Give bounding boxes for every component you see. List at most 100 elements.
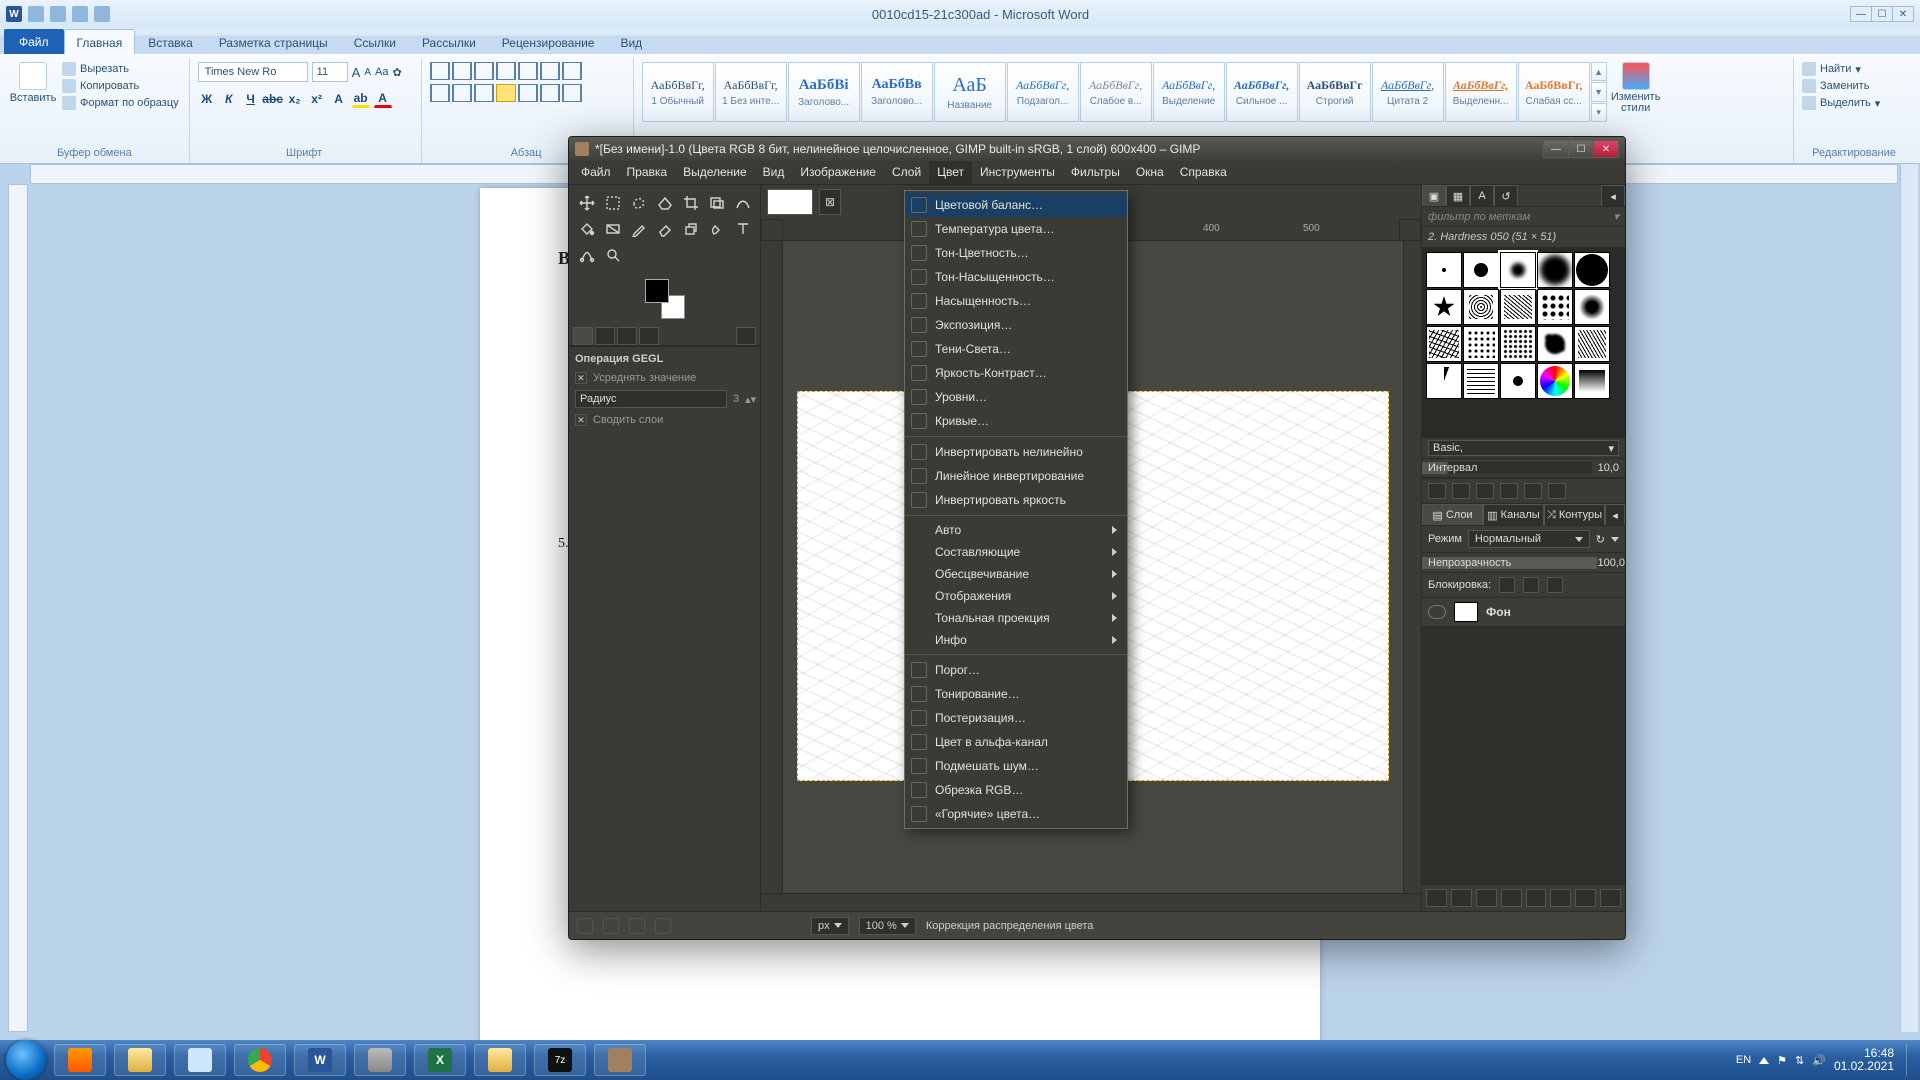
multilevel-icon[interactable] xyxy=(474,62,494,80)
menu-image[interactable]: Изображение xyxy=(792,161,884,184)
crop-tool-icon[interactable] xyxy=(679,191,703,215)
status-undo-icon[interactable] xyxy=(603,918,619,934)
task-excel[interactable]: X xyxy=(414,1044,466,1076)
menu-curves[interactable]: Кривые… xyxy=(905,409,1127,433)
menu-hue-chroma[interactable]: Тон-Цветность… xyxy=(905,241,1127,265)
system-tray[interactable]: EN ⚑ ⇅ 🔊 16:48 01.02.2021 xyxy=(1736,1044,1914,1076)
gradient-tool-icon[interactable] xyxy=(601,217,625,241)
menu-colorize[interactable]: Тонирование… xyxy=(905,682,1127,706)
menu-info[interactable]: Инфо xyxy=(905,629,1127,651)
task-explorer[interactable] xyxy=(114,1044,166,1076)
change-case-icon[interactable]: Aa xyxy=(375,66,388,78)
redo-icon[interactable] xyxy=(72,6,88,22)
styles-scroll[interactable]: ▲▼▾ xyxy=(1591,62,1607,122)
task-word[interactable]: W xyxy=(294,1044,346,1076)
zoom-select[interactable]: 100 % xyxy=(859,917,916,935)
mask-layer-icon[interactable] xyxy=(1575,889,1596,907)
tab-layout[interactable]: Разметка страницы xyxy=(206,29,341,54)
font-name-select[interactable]: Times New Ro xyxy=(198,62,308,82)
menu-edit[interactable]: Правка xyxy=(619,161,676,184)
menu-color-to-alpha[interactable]: Цвет в альфа-канал xyxy=(905,730,1127,754)
task-7zip[interactable]: 7z xyxy=(534,1044,586,1076)
start-button[interactable] xyxy=(6,1040,46,1080)
free-select-tool-icon[interactable] xyxy=(627,191,651,215)
menu-exposure[interactable]: Экспозиция… xyxy=(905,313,1127,337)
menu-saturation[interactable]: Насыщенность… xyxy=(905,289,1127,313)
tab-review[interactable]: Рецензирование xyxy=(489,29,608,54)
text-tool-icon[interactable] xyxy=(731,217,755,241)
devices-tab-icon[interactable] xyxy=(595,327,615,345)
status-icon-1[interactable] xyxy=(577,918,593,934)
menu-invert-linear[interactable]: Линейное инвертирование xyxy=(905,464,1127,488)
tab-references[interactable]: Ссылки xyxy=(341,29,409,54)
smudge-tool-icon[interactable] xyxy=(705,217,729,241)
paste-button[interactable]: Вставить xyxy=(10,62,56,126)
canvas-scroll-v[interactable] xyxy=(1403,241,1421,893)
zoom-tool-icon[interactable] xyxy=(601,243,625,267)
brush-preset-select[interactable]: Basic,▾ xyxy=(1422,438,1625,458)
layer-list[interactable]: Фон xyxy=(1422,597,1625,884)
history-tab-icon-2[interactable]: ↺ xyxy=(1494,185,1518,206)
layer-row[interactable]: Фон xyxy=(1422,598,1625,627)
text-effects-icon[interactable]: A xyxy=(330,90,348,108)
task-folder[interactable] xyxy=(474,1044,526,1076)
font-color-icon[interactable]: A xyxy=(374,90,392,108)
task-gimp[interactable] xyxy=(594,1044,646,1076)
status-redo-icon[interactable] xyxy=(655,918,671,934)
menu-shadows-highlights[interactable]: Тени-Света… xyxy=(905,337,1127,361)
justify-icon[interactable] xyxy=(496,84,516,102)
menu-dither[interactable]: Подмешать шум… xyxy=(905,754,1127,778)
task-chrome[interactable] xyxy=(234,1044,286,1076)
layer-dock-tabs[interactable]: ▤ Слои ▥ Каналы ⤨ Контуры ◂ xyxy=(1422,504,1625,526)
ruler-vertical-gimp[interactable] xyxy=(761,241,783,893)
menu-levels[interactable]: Уровни… xyxy=(905,385,1127,409)
layer-mode[interactable]: Режим Нормальный ↻ xyxy=(1422,526,1625,552)
tray-expand-icon[interactable] xyxy=(1759,1057,1769,1064)
up-layer-icon[interactable] xyxy=(1476,889,1497,907)
edit-brush-icon[interactable] xyxy=(1428,483,1446,499)
task-notepad[interactable] xyxy=(174,1044,226,1076)
menu-invert-nonlinear[interactable]: Инвертировать нелинейно xyxy=(905,440,1127,464)
delete-layer-icon[interactable] xyxy=(1600,889,1621,907)
tray-sound-icon[interactable]: 🔊 xyxy=(1812,1054,1826,1067)
bucket-tool-icon[interactable] xyxy=(575,217,599,241)
format-painter-button[interactable]: Формат по образцу xyxy=(62,96,179,110)
menu-hue-saturation[interactable]: Тон-Насыщенность… xyxy=(905,265,1127,289)
tab-mailings[interactable]: Рассылки xyxy=(409,29,489,54)
brush-grid[interactable] xyxy=(1422,248,1625,438)
document-thumb[interactable] xyxy=(767,189,813,215)
cut-button[interactable]: Вырезать xyxy=(62,62,179,76)
menu-color[interactable]: Цвет xyxy=(929,161,972,184)
tool-options-tabs[interactable] xyxy=(569,323,760,346)
color-swatch[interactable] xyxy=(645,279,685,319)
menu-auto[interactable]: Авто xyxy=(905,519,1127,541)
gimp-minimize-button[interactable]: — xyxy=(1543,140,1569,158)
menu-view[interactable]: Вид xyxy=(755,161,793,184)
replace-button[interactable]: Заменить xyxy=(1802,79,1880,93)
tab-channels[interactable]: ▥ Каналы xyxy=(1483,504,1544,525)
status-cancel-icon[interactable] xyxy=(629,918,645,934)
lock-pixels-icon[interactable] xyxy=(1499,577,1515,593)
eraser-tool-icon[interactable] xyxy=(653,217,677,241)
options-tab-icon[interactable] xyxy=(573,327,593,345)
tab-view[interactable]: Вид xyxy=(607,29,655,54)
copy-button[interactable]: Копировать xyxy=(62,79,179,93)
rect-select-tool-icon[interactable] xyxy=(601,191,625,215)
tab-layers[interactable]: ▤ Слои xyxy=(1422,504,1483,525)
select-button[interactable]: Выделить ▾ xyxy=(1802,96,1880,110)
pencil-tool-icon[interactable] xyxy=(627,217,651,241)
sort-icon[interactable] xyxy=(540,62,560,80)
path-tool-icon[interactable] xyxy=(575,243,599,267)
layer-name[interactable]: Фон xyxy=(1486,605,1511,619)
lock-position-icon[interactable] xyxy=(1523,577,1539,593)
new-brush-icon[interactable] xyxy=(1452,483,1470,499)
group-layer-icon[interactable] xyxy=(1451,889,1472,907)
menu-tone-mapping[interactable]: Тональная проекция xyxy=(905,607,1127,629)
layer-actions[interactable] xyxy=(1422,884,1625,911)
minimize-button[interactable]: — xyxy=(1850,6,1872,22)
tab-home[interactable]: Главная xyxy=(64,29,136,54)
styles-gallery[interactable]: АаБбВвГг,1 Обычный АаБбВвГг,1 Без инте..… xyxy=(642,62,1607,122)
open-brush-icon[interactable] xyxy=(1548,483,1566,499)
line-spacing-icon[interactable] xyxy=(518,84,538,102)
fg-color[interactable] xyxy=(645,279,669,303)
